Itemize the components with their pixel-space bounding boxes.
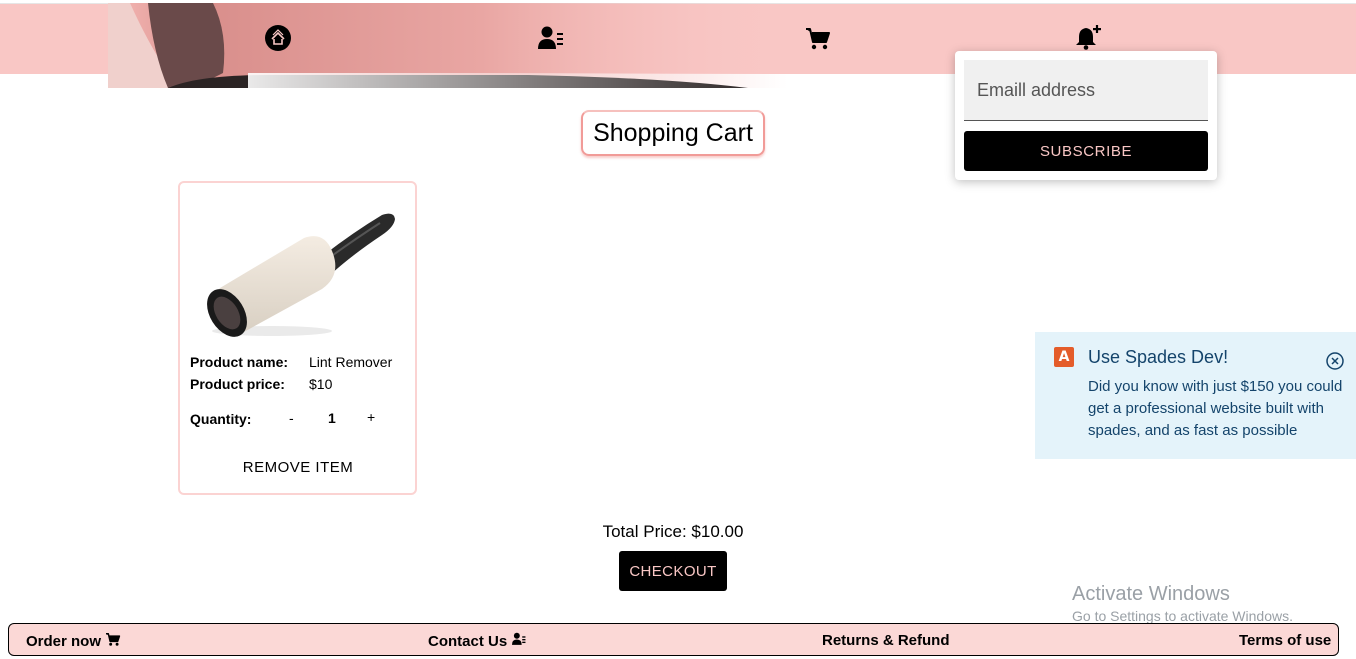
- footer-returns-link[interactable]: Returns & Refund: [822, 632, 950, 649]
- product-name: Lint Remover: [309, 354, 393, 370]
- subscribe-popup: Emaill address SUBSCRIBE: [955, 51, 1217, 180]
- product-price: $10: [309, 376, 333, 392]
- total-price: Total Price: $10.00: [602, 522, 744, 541]
- user-list-icon: [511, 632, 527, 650]
- cart-icon: [105, 632, 121, 650]
- checkout-button[interactable]: CHECKOUT: [619, 551, 727, 591]
- page-title: Shopping Cart: [581, 110, 765, 156]
- footer-returns-label: Returns & Refund: [822, 632, 950, 649]
- cart-item-card: Product name: Lint Remover Product price…: [178, 181, 417, 495]
- email-field[interactable]: Emaill address: [964, 60, 1208, 121]
- toast-title: Use Spades Dev!: [1088, 347, 1229, 367]
- subscribe-button[interactable]: SUBSCRIBE: [964, 131, 1208, 171]
- footer-order-now-label: Order now: [26, 632, 102, 650]
- bell-plus-icon[interactable]: [1074, 24, 1102, 52]
- product-price-label: Product price:: [190, 376, 285, 392]
- toast-body: Did you know with just $150 you could ge…: [1088, 378, 1343, 439]
- banner-image: [108, 3, 788, 88]
- quantity-value: 1: [328, 410, 336, 426]
- product-name-label: Product name:: [190, 354, 289, 370]
- activate-windows-watermark: Activate Windows: [1072, 583, 1230, 605]
- cart-icon[interactable]: [804, 24, 832, 52]
- user-list-icon[interactable]: [537, 24, 565, 52]
- promo-toast: A Use Spades Dev! Did you know with just…: [1035, 332, 1356, 459]
- footer-order-now-link[interactable]: Order now: [26, 632, 121, 650]
- footer-contact-link[interactable]: Contact Us: [428, 632, 527, 650]
- footer-bar: Order now Contact Us Returns & Refund Te…: [8, 623, 1339, 656]
- quantity-decrement-button[interactable]: -: [289, 410, 294, 426]
- spades-logo-icon: A: [1054, 347, 1074, 367]
- remove-item-button[interactable]: REMOVE ITEM: [230, 457, 366, 477]
- footer-contact-label: Contact Us: [428, 632, 508, 650]
- activate-windows-subtext: Go to Settings to activate Windows.: [1072, 608, 1293, 624]
- footer-terms-label: Terms of use: [1239, 632, 1332, 649]
- footer-terms-link[interactable]: Terms of use: [1239, 632, 1331, 649]
- close-icon[interactable]: [1326, 352, 1344, 370]
- home-logo-icon[interactable]: [264, 24, 292, 52]
- quantity-increment-button[interactable]: +: [367, 409, 375, 425]
- quantity-label: Quantity:: [190, 411, 252, 427]
- product-image: [202, 203, 397, 338]
